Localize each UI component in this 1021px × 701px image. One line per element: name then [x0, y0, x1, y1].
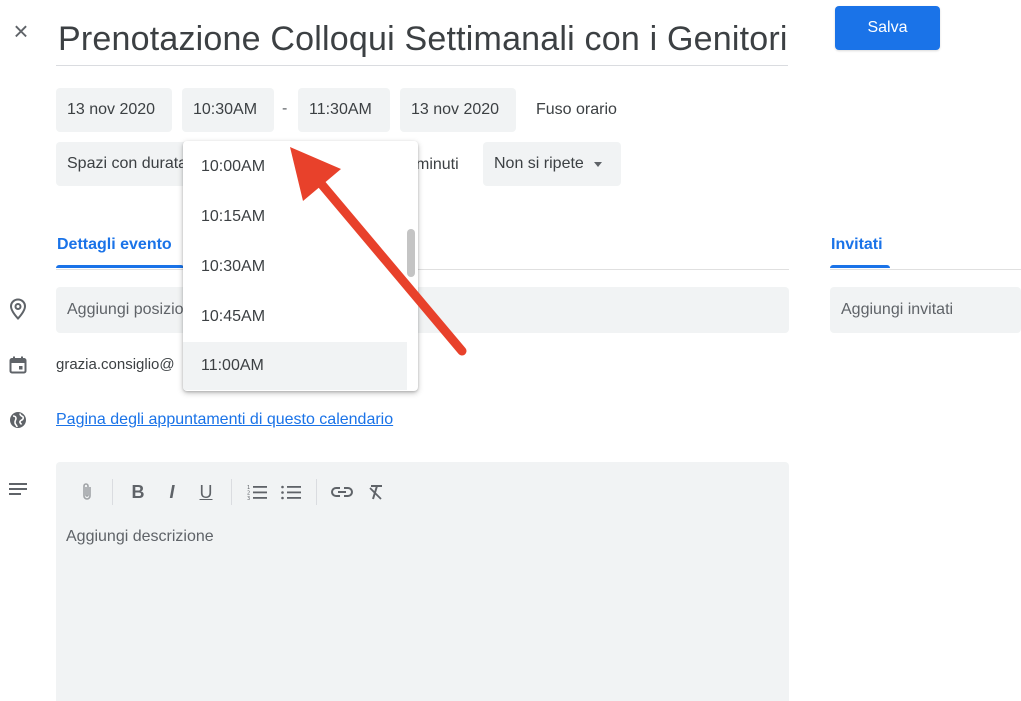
bold-icon[interactable]: B: [121, 476, 155, 508]
dropdown-scrollbar[interactable]: [407, 229, 415, 277]
time-option[interactable]: 10:45AM: [183, 293, 407, 341]
editor-toolbar: B I U 123: [70, 476, 393, 508]
event-title: Prenotazione Colloqui Settimanali con i …: [58, 20, 788, 58]
location-pin-icon: [6, 297, 30, 321]
tab-guests-indicator: [830, 265, 890, 268]
location-input[interactable]: Aggiungi posizione: [56, 287, 789, 333]
title-field[interactable]: Prenotazione Colloqui Settimanali con i …: [56, 6, 788, 66]
repeat-select[interactable]: Non si ripete: [483, 142, 621, 186]
end-date-chip[interactable]: 13 nov 2020: [400, 88, 516, 132]
description-placeholder: Aggiungi descrizione: [66, 528, 214, 545]
time-option[interactable]: 10:15AM: [183, 193, 407, 241]
toolbar-separator: [231, 479, 232, 505]
tab-guests[interactable]: Invitati: [831, 236, 883, 254]
tab-details-indicator: [56, 265, 184, 268]
toolbar-separator: [112, 479, 113, 505]
svg-text:3: 3: [247, 496, 250, 500]
link-icon[interactable]: [325, 476, 359, 508]
guests-input[interactable]: Aggiungi invitati: [830, 287, 1021, 333]
end-time-chip[interactable]: 11:30AM: [298, 88, 390, 132]
toolbar-separator: [316, 479, 317, 505]
repeat-label: Non si ripete: [494, 155, 584, 172]
close-icon[interactable]: ×: [8, 18, 34, 44]
tab-event-details[interactable]: Dettagli evento: [57, 236, 172, 254]
clear-format-icon[interactable]: [359, 476, 393, 508]
time-option-hovered[interactable]: 11:00AM: [183, 342, 407, 390]
underline-icon[interactable]: U: [189, 476, 223, 508]
guests-tab-divider: [830, 269, 1021, 270]
caret-down-icon: [593, 161, 602, 167]
time-option[interactable]: 10:00AM: [183, 143, 407, 191]
attachment-icon[interactable]: [70, 476, 104, 508]
calendar-icon: [6, 353, 30, 377]
start-time-dropdown[interactable]: 10:00AM 10:15AM 10:30AM 10:45AM 11:00AM: [183, 141, 418, 391]
guests-placeholder: Aggiungi invitati: [841, 301, 954, 318]
time-option[interactable]: 10:30AM: [183, 243, 407, 291]
timezone-link[interactable]: Fuso orario: [536, 101, 617, 119]
bulleted-list-icon[interactable]: [274, 476, 308, 508]
globe-icon: [6, 408, 30, 432]
numbered-list-icon[interactable]: 123: [240, 476, 274, 508]
start-time-chip[interactable]: 10:30AM: [182, 88, 274, 132]
save-button[interactable]: Salva: [835, 6, 940, 50]
location-placeholder: Aggiungi posizione: [67, 301, 202, 318]
calendar-owner: grazia.consiglio@: [56, 356, 175, 373]
description-editor[interactable]: B I U 123 Aggiungi descrizione: [56, 462, 789, 701]
start-date-chip[interactable]: 13 nov 2020: [56, 88, 172, 132]
minutes-label: minuti: [416, 156, 459, 173]
description-icon: [6, 477, 30, 501]
booking-page-link[interactable]: Pagina degli appuntamenti di questo cale…: [56, 411, 393, 429]
time-separator: -: [282, 100, 288, 117]
tab-divider: [56, 269, 789, 270]
italic-icon[interactable]: I: [155, 476, 189, 508]
